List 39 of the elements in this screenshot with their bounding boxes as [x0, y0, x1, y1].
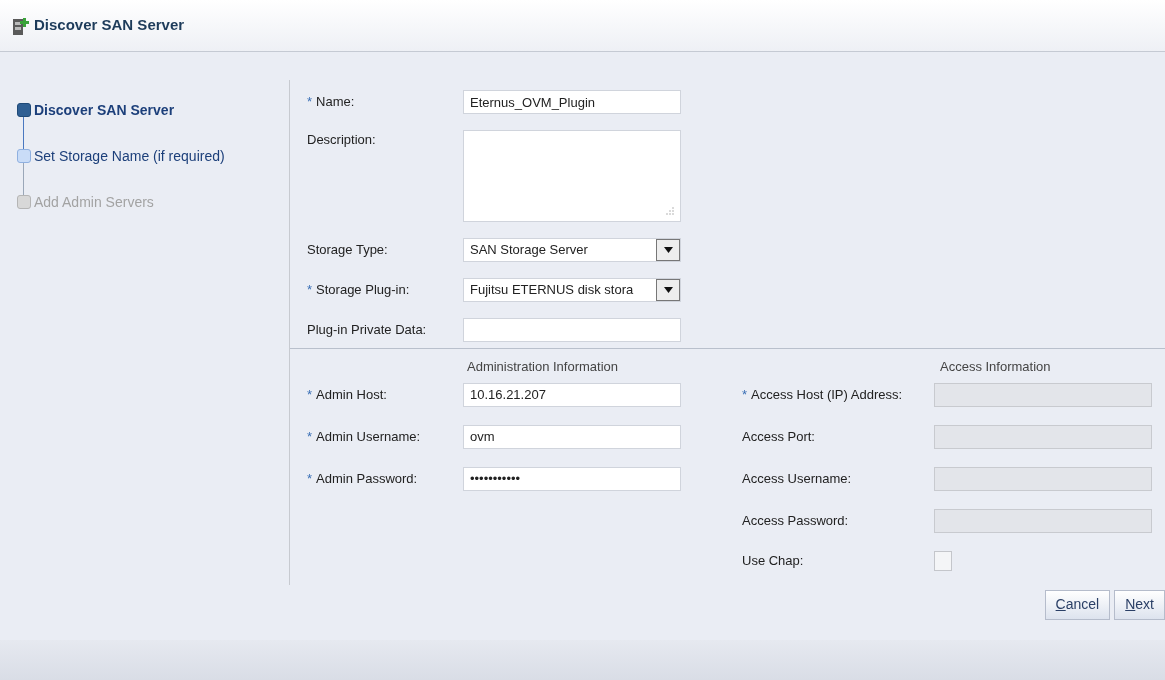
required-mark: *: [307, 93, 313, 112]
field-label: Admin Username:: [316, 427, 421, 446]
required-mark: *: [742, 385, 748, 404]
section-heading: Access Information: [940, 358, 1052, 376]
required-mark: *: [307, 469, 313, 488]
required-mark: *: [307, 385, 313, 404]
field-label: Access Port:: [742, 427, 815, 446]
input-field[interactable]: Eternus_OVM_Plugin: [463, 90, 681, 114]
input-field[interactable]: 10.16.21.207: [463, 382, 681, 407]
field-label: Admin Password:: [316, 469, 418, 488]
caret-icon: [656, 279, 680, 301]
field-label: Admin Host:: [316, 385, 387, 404]
step-label[interactable]: Set Storage Name (if required): [34, 145, 225, 167]
field-label: Storage Type:: [307, 241, 388, 260]
field-label: Access Password:: [742, 511, 849, 530]
field-label: Storage Plug-in:: [316, 281, 410, 300]
checkbox[interactable]: [934, 550, 952, 571]
required-mark: *: [307, 427, 313, 446]
field-label: Use Chap:: [742, 551, 804, 570]
input-field[interactable]: ovm: [463, 424, 681, 449]
dropdown[interactable]: SAN Storage Server: [463, 238, 681, 262]
wizard-button[interactable]: Cancel: [1044, 589, 1111, 620]
field-label: Description:: [307, 131, 376, 149]
caret-icon: [656, 239, 680, 261]
text-area[interactable]: [463, 130, 681, 222]
field-label: Access Username:: [742, 469, 852, 488]
step-label[interactable]: Discover SAN Server: [34, 99, 175, 121]
wizard-button[interactable]: Next: [1114, 589, 1165, 620]
window-title: Discover SAN Server: [34, 15, 185, 36]
field-label: Name:: [316, 93, 355, 112]
field-label: Access Host (IP) Address:: [751, 385, 903, 404]
resize-grip-icon: [666, 207, 674, 215]
input-field[interactable]: [463, 318, 681, 342]
required-mark: *: [307, 281, 313, 300]
section-heading: Administration Information: [467, 358, 619, 376]
server-add-icon: [12, 15, 30, 36]
input-field[interactable]: •••••••••••: [463, 466, 681, 491]
field-label: Plug-in Private Data:: [307, 321, 427, 340]
dropdown[interactable]: Fujitsu ETERNUS disk stora: [463, 278, 681, 302]
